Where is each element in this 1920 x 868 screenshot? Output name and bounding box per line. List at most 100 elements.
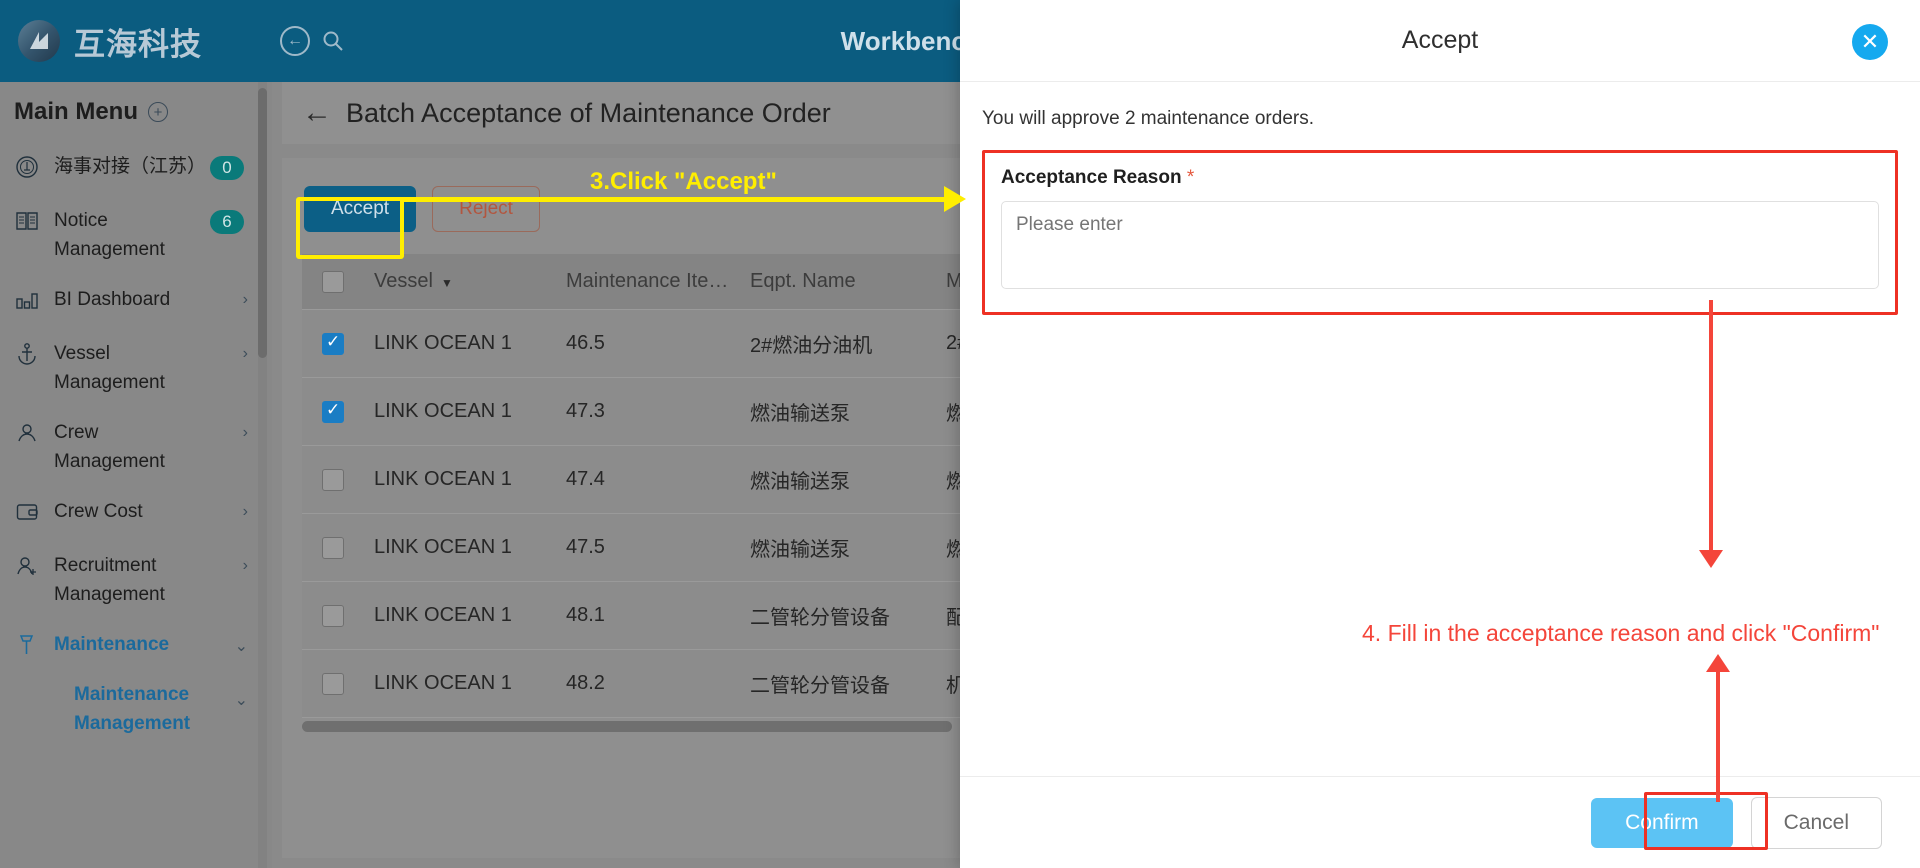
annotation-step3-arrowhead	[944, 186, 966, 212]
acceptance-reason-label: Acceptance Reason *	[1001, 167, 1879, 189]
person-icon	[14, 420, 40, 446]
cell-eqpt-name: 2#燃油分油机	[750, 335, 873, 357]
sidebar: Main Menu + 海事对接（江苏） 0 Notice Management…	[0, 82, 272, 868]
column-header-eqpt-name[interactable]: Eqpt. Name	[750, 270, 946, 293]
row-checkbox-cell[interactable]	[302, 468, 374, 491]
add-menu-icon[interactable]: +	[148, 102, 168, 122]
annotation-step4-text: 4. Fill in the acceptance reason and cli…	[1362, 620, 1880, 646]
screen-root: 互海科技 ← Workbench 20572 Main Menu +	[0, 0, 1920, 868]
accept-modal: Accept ✕ You will approve 2 maintenance …	[960, 0, 1920, 868]
column-header-maintenance-item[interactable]: Maintenance Ite…	[566, 270, 750, 293]
sidebar-badge: 6	[210, 210, 244, 234]
annotation-step4-arrow-up	[1706, 654, 1730, 802]
modal-footer: Confirm Cancel	[960, 776, 1920, 868]
sidebar-item-label: Crew Cost	[54, 500, 143, 522]
annotation-step3-highlight-box	[296, 197, 404, 259]
chevron-down-icon[interactable]: ⌄	[235, 636, 248, 656]
person-add-icon	[14, 553, 40, 579]
cell-eqpt-name: 燃油输送泵	[750, 539, 850, 561]
sidebar-item-vessel-management[interactable]: Vessel Management ›	[0, 329, 272, 408]
search-icon[interactable]	[318, 26, 348, 56]
row-checkbox[interactable]	[322, 400, 344, 423]
anchor-icon	[14, 341, 40, 367]
cell-maintenance-item: 48.1	[566, 604, 605, 626]
chevron-down-icon[interactable]: ⌄	[235, 690, 248, 710]
cell-maintenance-item: 47.3	[566, 400, 605, 422]
cell-eqpt-name: 二管轮分管设备	[750, 607, 890, 629]
sidebar-scrollbar-thumb[interactable]	[258, 88, 267, 358]
sidebar-item-recruitment-management[interactable]: Recruitment Management ›	[0, 541, 272, 620]
row-checkbox[interactable]	[322, 536, 344, 559]
acceptance-reason-label-text: Acceptance Reason	[1001, 167, 1182, 188]
modal-note: You will approve 2 maintenance orders.	[982, 108, 1314, 129]
cell-vessel: LINK OCEAN 1	[374, 468, 512, 490]
row-checkbox[interactable]	[322, 672, 344, 695]
cell-maintenance-item: 46.5	[566, 332, 605, 354]
brand-name: 互海科技	[74, 26, 202, 62]
row-checkbox-cell[interactable]	[302, 332, 374, 355]
acceptance-reason-input[interactable]	[1001, 201, 1879, 289]
row-checkbox[interactable]	[322, 468, 344, 491]
chevron-right-icon[interactable]: ›	[243, 424, 248, 442]
cell-maintenance-item: 48.2	[566, 672, 605, 694]
sidebar-item-maintenance[interactable]: Maintenance ⌄	[0, 620, 272, 674]
sidebar-item-bi-dashboard[interactable]: BI Dashboard ›	[0, 275, 272, 329]
sidebar-subitem-maintenance-management[interactable]: Maintenance Management ⌄	[0, 674, 272, 745]
sidebar-subitem-label: Maintenance Management	[74, 683, 191, 734]
chevron-right-icon[interactable]: ›	[243, 345, 248, 363]
cancel-button[interactable]: Cancel	[1750, 796, 1882, 849]
row-checkbox-cell[interactable]	[302, 604, 374, 627]
table-horizontal-scrollbar[interactable]	[302, 721, 952, 732]
sidebar-item-label: Crew Management	[54, 421, 165, 473]
cell-vessel: LINK OCEAN 1	[374, 604, 512, 626]
row-checkbox[interactable]	[322, 332, 344, 355]
select-all-checkbox-cell[interactable]	[302, 270, 374, 293]
book-icon	[14, 208, 40, 234]
company-logo-icon	[18, 20, 60, 62]
main-menu-header: Main Menu +	[0, 82, 272, 142]
annotation-step4-arrow-down	[1699, 300, 1723, 568]
confirm-button[interactable]: Confirm	[1591, 797, 1733, 848]
chevron-right-icon[interactable]: ›	[243, 291, 248, 309]
row-checkbox-cell[interactable]	[302, 400, 374, 423]
row-checkbox-cell[interactable]	[302, 672, 374, 695]
cell-eqpt-name: 二管轮分管设备	[750, 675, 890, 697]
modal-header: Accept ✕	[960, 0, 1920, 82]
main-menu-label: Main Menu	[14, 98, 138, 125]
modal-body: You will approve 2 maintenance orders. A…	[960, 82, 1920, 776]
sidebar-item-label: BI Dashboard	[54, 288, 171, 310]
chevron-right-icon[interactable]: ›	[243, 557, 248, 575]
cell-vessel: LINK OCEAN 1	[374, 672, 512, 694]
modal-title: Accept	[1401, 26, 1479, 54]
cell-vessel: LINK OCEAN 1	[374, 536, 512, 558]
annotation-step3-text: 3.Click "Accept"	[590, 168, 777, 195]
cell-maintenance-item: 47.5	[566, 536, 605, 558]
back-circle-icon[interactable]: ←	[280, 26, 310, 56]
annotation-step3-line	[400, 197, 952, 202]
sidebar-item-label: Recruitment Management	[54, 554, 165, 606]
sidebar-item-label: Vessel Management	[54, 342, 165, 394]
row-checkbox-cell[interactable]	[302, 536, 374, 559]
hammer-icon	[14, 632, 40, 658]
close-icon[interactable]: ✕	[1852, 24, 1888, 60]
sidebar-item-label: Notice Management	[54, 210, 165, 261]
row-checkbox[interactable]	[322, 604, 344, 627]
select-all-checkbox[interactable]	[322, 270, 344, 293]
cell-vessel: LINK OCEAN 1	[374, 332, 512, 354]
sidebar-item-notice-management[interactable]: Notice Management 6	[0, 196, 272, 275]
sidebar-item-label: Maintenance	[54, 633, 170, 655]
required-marker: *	[1186, 167, 1195, 188]
column-header-vessel[interactable]: Vessel ▼	[374, 270, 566, 293]
sidebar-item-maritime[interactable]: 海事对接（江苏） 0	[0, 142, 272, 196]
page-title: Batch Acceptance of Maintenance Order	[346, 97, 831, 128]
sidebar-item-crew-management[interactable]: Crew Management ›	[0, 408, 272, 487]
cell-vessel: LINK OCEAN 1	[374, 400, 512, 422]
chevron-right-icon[interactable]: ›	[243, 503, 248, 521]
sidebar-item-crew-cost[interactable]: Crew Cost ›	[0, 487, 272, 541]
maritime-seal-icon	[14, 154, 40, 180]
reject-button[interactable]: Reject	[432, 186, 540, 232]
brand-logo[interactable]: 互海科技	[0, 19, 272, 64]
back-arrow-icon[interactable]: ←	[302, 96, 332, 130]
sidebar-badge: 0	[210, 156, 244, 180]
acceptance-reason-field-highlight: Acceptance Reason *	[982, 150, 1898, 315]
